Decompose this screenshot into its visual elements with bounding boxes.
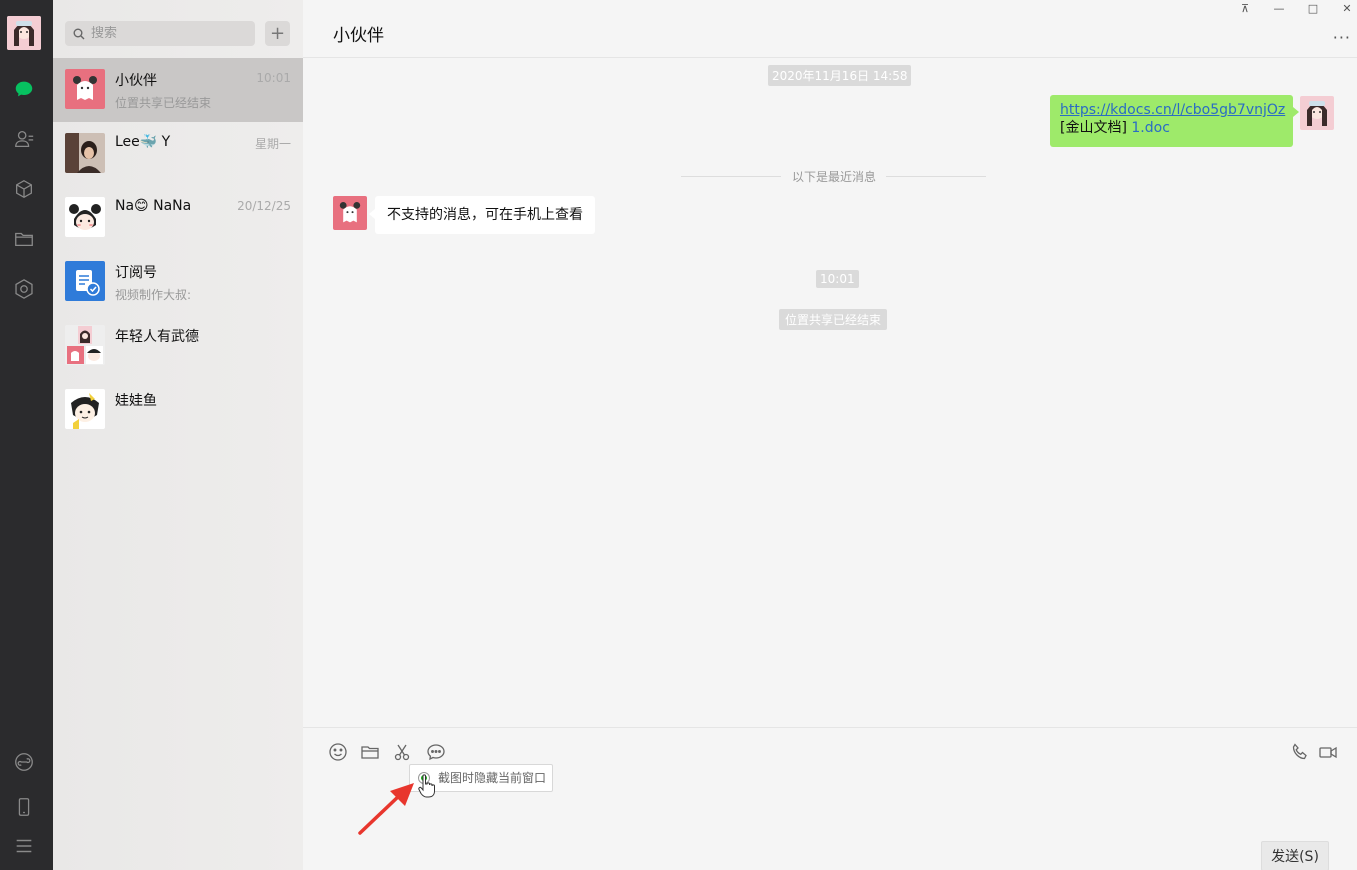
chat-time: 星期一 [254,137,291,151]
close-button[interactable]: ✕ [1337,2,1357,15]
subscription-icon [65,261,105,301]
avatar [65,69,105,109]
search-input[interactable] [91,26,251,41]
my-message-avatar[interactable] [1300,96,1334,130]
received-message-bubble[interactable]: 不支持的消息，可在手机上查看 [369,196,595,234]
divider-line-right [886,176,986,177]
send-button[interactable]: 发送(S) [1261,841,1329,870]
chat-item[interactable]: 娃娃鱼 [53,378,303,442]
search-box[interactable] [65,21,255,46]
menu-icon[interactable] [12,834,36,858]
chat-item[interactable]: 年轻人有武德 [53,314,303,378]
search-icon [73,28,85,39]
group-avatar [65,325,105,365]
phone-icon[interactable] [12,795,36,819]
pin-icon[interactable]: ⊼ [1235,2,1255,15]
sent-doc-line: [金山文档] 1.doc [1060,119,1283,137]
system-message: 位置共享已经结束 [779,309,888,330]
chat-preview: 视频制作大叔: [115,288,192,302]
timestamp: 2020年11月16日 14:58 [768,65,912,86]
divider-line-left [681,176,781,177]
emoji-icon[interactable] [327,741,349,763]
hand-cursor-icon [418,774,435,798]
chat-window: 小伙伴 ⊼ — □ ✕ ··· 2020年11月16日 14:58 https:… [303,0,1357,870]
chat-bubble-icon[interactable] [425,741,447,763]
chat-name: Lee🐳 Y [115,134,171,150]
chat-name: 娃娃鱼 [115,393,157,409]
chat-name: 订阅号 [115,265,157,281]
chat-icon[interactable] [12,77,36,101]
sent-message-bubble[interactable]: https://kdocs.cn/l/cbo5gb7vnjOz [金山文档] 1… [1050,95,1299,147]
avatar [65,133,105,173]
chat-item[interactable]: 小伙伴 位置共享已经结束 10:01 [53,58,303,122]
cube-icon[interactable] [12,177,36,201]
phone-call-icon[interactable] [1289,741,1311,763]
chat-preview: 位置共享已经结束 [115,96,212,110]
timestamp: 10:01 [816,270,859,288]
chat-name: Na😊 NaNa [115,198,192,214]
contacts-icon[interactable] [12,127,36,151]
scissors-icon[interactable] [392,741,414,763]
avatar [65,197,105,237]
chat-header: 小伙伴 ⊼ — □ ✕ ··· [303,0,1357,58]
chat-title: 小伙伴 [333,26,384,46]
doc-prefix: [金山文档] [1060,120,1127,136]
chat-time: 10:01 [256,71,291,85]
folder-icon[interactable] [12,227,36,251]
maximize-button[interactable]: □ [1303,2,1323,15]
more-options-button[interactable]: ··· [1333,28,1351,47]
settings-icon[interactable] [12,277,36,301]
sent-link[interactable]: https://kdocs.cn/l/cbo5gb7vnjOz [1060,101,1285,119]
folder-icon[interactable] [359,741,381,763]
my-avatar[interactable] [7,16,41,50]
mini-program-icon[interactable] [12,750,36,774]
video-call-icon[interactable] [1317,741,1339,763]
tooltip-label: 截图时隐藏当前窗口 [438,771,547,785]
nav-sidebar [0,0,53,870]
chat-list-panel: + 小伙伴 位置共享已经结束 10:01 Lee🐳 Y 星期一 Na😊 NaNa… [53,0,303,870]
contact-message-avatar[interactable] [333,196,367,230]
chat-item[interactable]: Lee🐳 Y 星期一 [53,122,303,186]
recent-messages-divider: 以下是最近消息 [792,170,877,184]
chat-name: 年轻人有武德 [115,329,199,345]
avatar [65,389,105,429]
message-input-area[interactable]: 截图时隐藏当前窗口 发送(S) [303,727,1357,870]
chat-name: 小伙伴 [115,73,157,89]
minimize-button[interactable]: — [1269,2,1289,15]
doc-name[interactable]: 1.doc [1131,120,1170,136]
chat-item[interactable]: 订阅号 视频制作大叔: [53,250,303,314]
chat-time: 20/12/25 [237,199,291,213]
red-arrow-icon [358,783,414,835]
chat-item[interactable]: Na😊 NaNa 20/12/25 [53,186,303,250]
add-chat-button[interactable]: + [265,21,290,46]
